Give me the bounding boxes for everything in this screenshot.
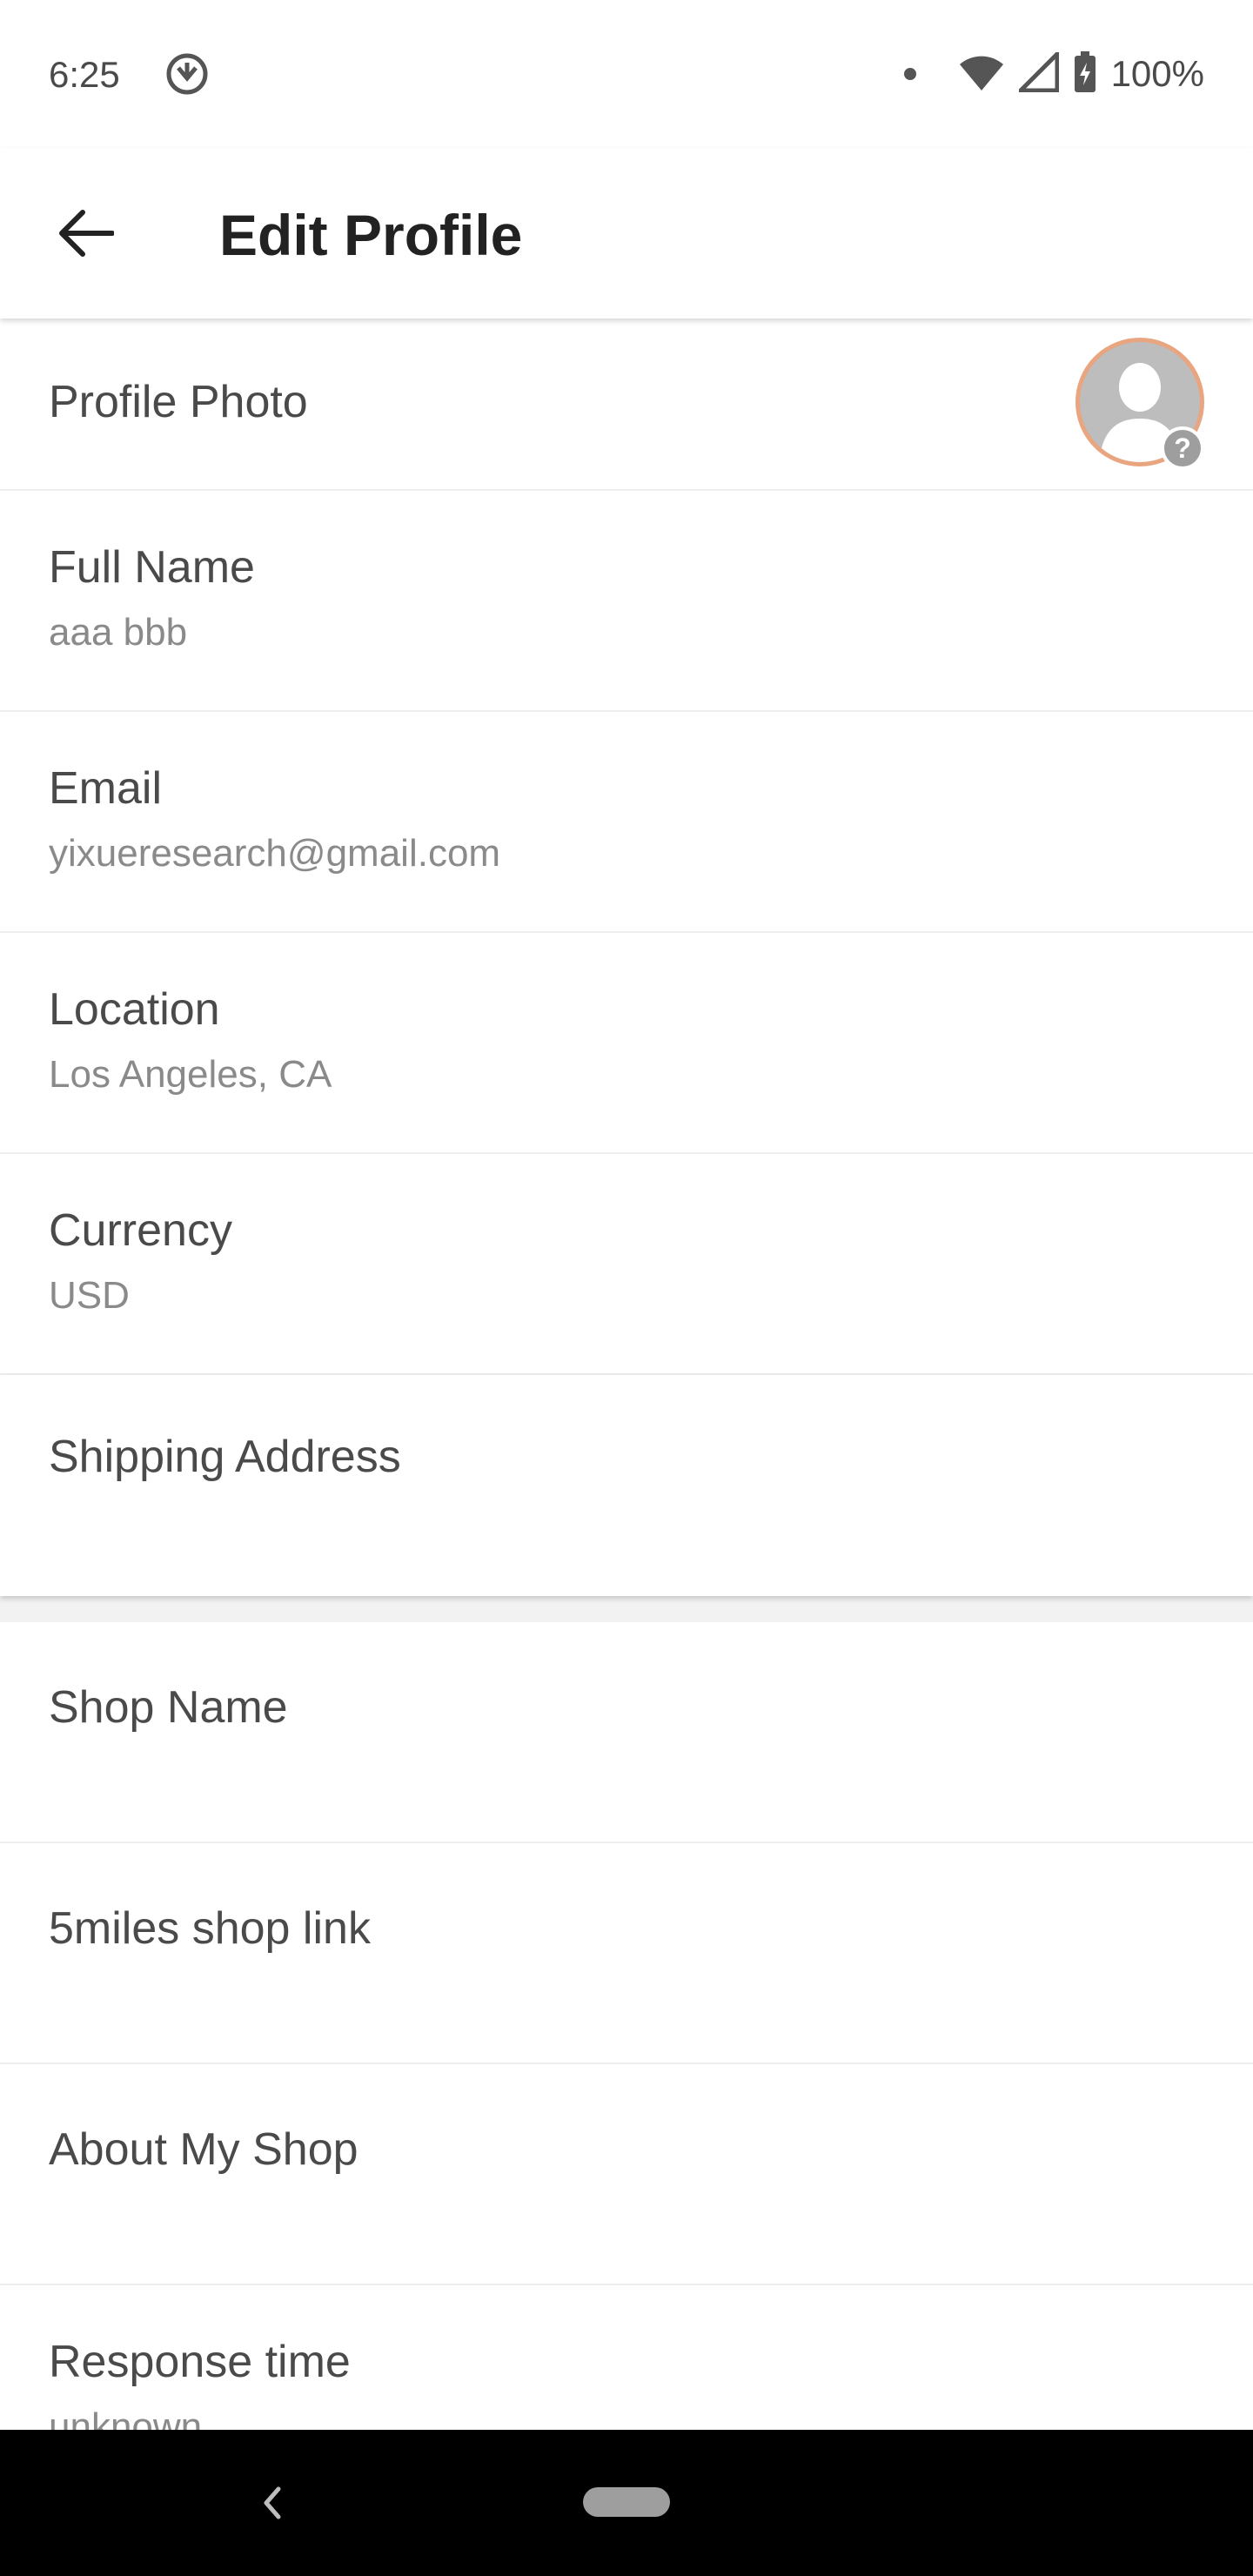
notification-dot-icon — [903, 68, 916, 80]
nav-back-button[interactable] — [251, 2477, 294, 2529]
back-button[interactable] — [38, 190, 134, 277]
currency-row[interactable]: Currency USD — [0, 1154, 1253, 1375]
profile-list: Profile Photo ? Full Name aaa bbb Email … — [0, 319, 1253, 2506]
shop-name-label: Shop Name — [49, 1682, 288, 1733]
status-icons: 100% — [903, 48, 1204, 98]
full-name-value: aaa bbb — [49, 611, 188, 654]
email-label: Email — [49, 763, 163, 814]
chevron-left-icon — [264, 2486, 281, 2519]
shipping-address-row[interactable]: Shipping Address — [0, 1375, 1253, 1596]
full-name-row[interactable]: Full Name aaa bbb — [0, 491, 1253, 712]
currency-value: USD — [49, 1274, 130, 1317]
location-value: Los Angeles, CA — [49, 1053, 332, 1096]
status-time: 6:25 — [49, 54, 120, 95]
profile-photo-label: Profile Photo — [49, 377, 308, 427]
email-row[interactable]: Email yixueresearch@gmail.com — [0, 712, 1253, 933]
section-divider — [0, 1596, 1253, 1622]
data-saver-icon — [164, 50, 211, 97]
battery-charging-icon — [1073, 50, 1097, 98]
wifi-icon — [958, 52, 1005, 97]
full-name-label: Full Name — [49, 542, 255, 593]
shop-name-row[interactable]: Shop Name — [0, 1622, 1253, 1843]
shipping-address-label: Shipping Address — [49, 1432, 401, 1482]
profile-photo-row[interactable]: Profile Photo ? — [0, 319, 1253, 491]
app-bar: Edit Profile — [0, 148, 1253, 319]
help-badge-icon: ? — [1161, 426, 1204, 470]
battery-percent: 100% — [1110, 53, 1204, 94]
arrow-left-icon — [59, 210, 114, 257]
status-bar: 6:25 100% — [0, 0, 1253, 148]
cell-signal-icon — [1015, 48, 1060, 97]
about-shop-label: About My Shop — [49, 2124, 358, 2175]
currency-label: Currency — [49, 1205, 232, 1256]
about-shop-row[interactable]: About My Shop — [0, 2064, 1253, 2285]
email-value: yixueresearch@gmail.com — [49, 832, 501, 875]
shop-link-row[interactable]: 5miles shop link — [0, 1843, 1253, 2064]
shop-link-label: 5miles shop link — [49, 1903, 371, 1954]
location-label: Location — [49, 984, 220, 1035]
page-title: Edit Profile — [219, 203, 523, 267]
nav-home-pill[interactable] — [583, 2487, 670, 2517]
response-time-label: Response time — [49, 2337, 351, 2387]
location-row[interactable]: Location Los Angeles, CA — [0, 933, 1253, 1154]
system-nav-bar — [0, 2430, 1253, 2576]
